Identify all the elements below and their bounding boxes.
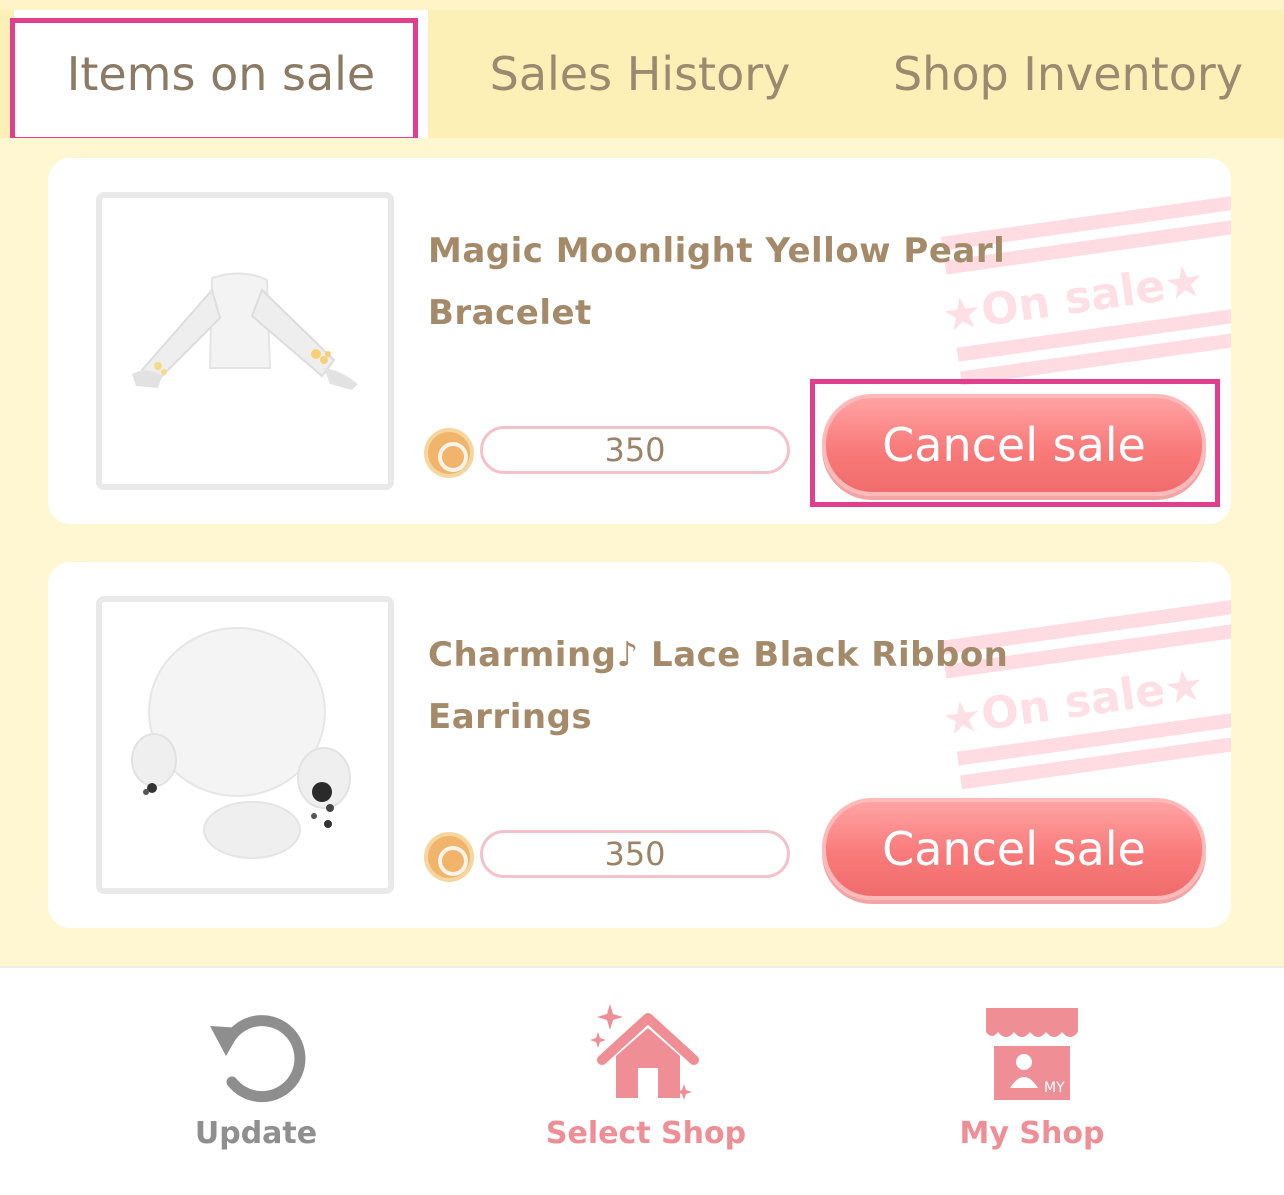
list-item: ★On sale★ Charming♪ Lace Black Ribbon Ea… <box>48 562 1231 928</box>
coin-icon <box>424 832 474 882</box>
tab-shop-inventory[interactable]: Shop Inventory <box>852 10 1284 138</box>
coin-icon <box>424 428 474 478</box>
tab-sales-history[interactable]: Sales History <box>430 10 850 138</box>
nav-my-shop-label: My Shop <box>959 1116 1105 1151</box>
top-band <box>0 0 1284 10</box>
bottom-nav: Update Select Shop MY My Shop <box>0 966 1284 1195</box>
storefront-icon: MY <box>986 1008 1078 1100</box>
storefront-my-text: MY <box>1044 1080 1065 1096</box>
item-name-line2: Earrings <box>428 697 593 737</box>
nav-my-shop[interactable]: MY My Shop <box>902 998 1162 1188</box>
cancel-sale-button[interactable]: Cancel sale <box>822 394 1206 496</box>
refresh-icon <box>210 1015 306 1103</box>
item-name: Magic Moonlight Yellow Pearl Bracelet <box>428 220 1048 344</box>
item-thumbnail-bracelet <box>96 192 394 490</box>
item-name-line2: Bracelet <box>428 293 592 333</box>
nav-update[interactable]: Update <box>126 998 386 1188</box>
bracelet-image <box>132 272 358 390</box>
nav-select-shop[interactable]: Select Shop <box>516 998 776 1188</box>
item-name: Charming♪ Lace Black Ribbon Earrings <box>428 624 1048 748</box>
price-field: 350 <box>480 830 790 878</box>
item-name-line1: Charming♪ Lace Black Ribbon <box>428 635 1009 675</box>
house-sparkle-icon <box>590 1004 699 1100</box>
list-item: ★On sale★ Magic Moonlight Yellow Pearl B… <box>48 158 1231 524</box>
nav-select-shop-label: Select Shop <box>545 1116 747 1151</box>
item-name-line1: Magic Moonlight Yellow Pearl <box>428 231 1006 271</box>
tab-bar: Items on sale Sales History Shop Invento… <box>0 10 1284 138</box>
tab-items-on-sale[interactable]: Items on sale <box>14 10 428 138</box>
cancel-sale-button[interactable]: Cancel sale <box>822 798 1206 900</box>
price-field: 350 <box>480 426 790 474</box>
earrings-image <box>131 627 351 859</box>
nav-update-label: Update <box>194 1116 318 1151</box>
item-list: ★On sale★ Magic Moonlight Yellow Pearl B… <box>0 138 1284 968</box>
item-thumbnail-earrings <box>96 596 394 894</box>
